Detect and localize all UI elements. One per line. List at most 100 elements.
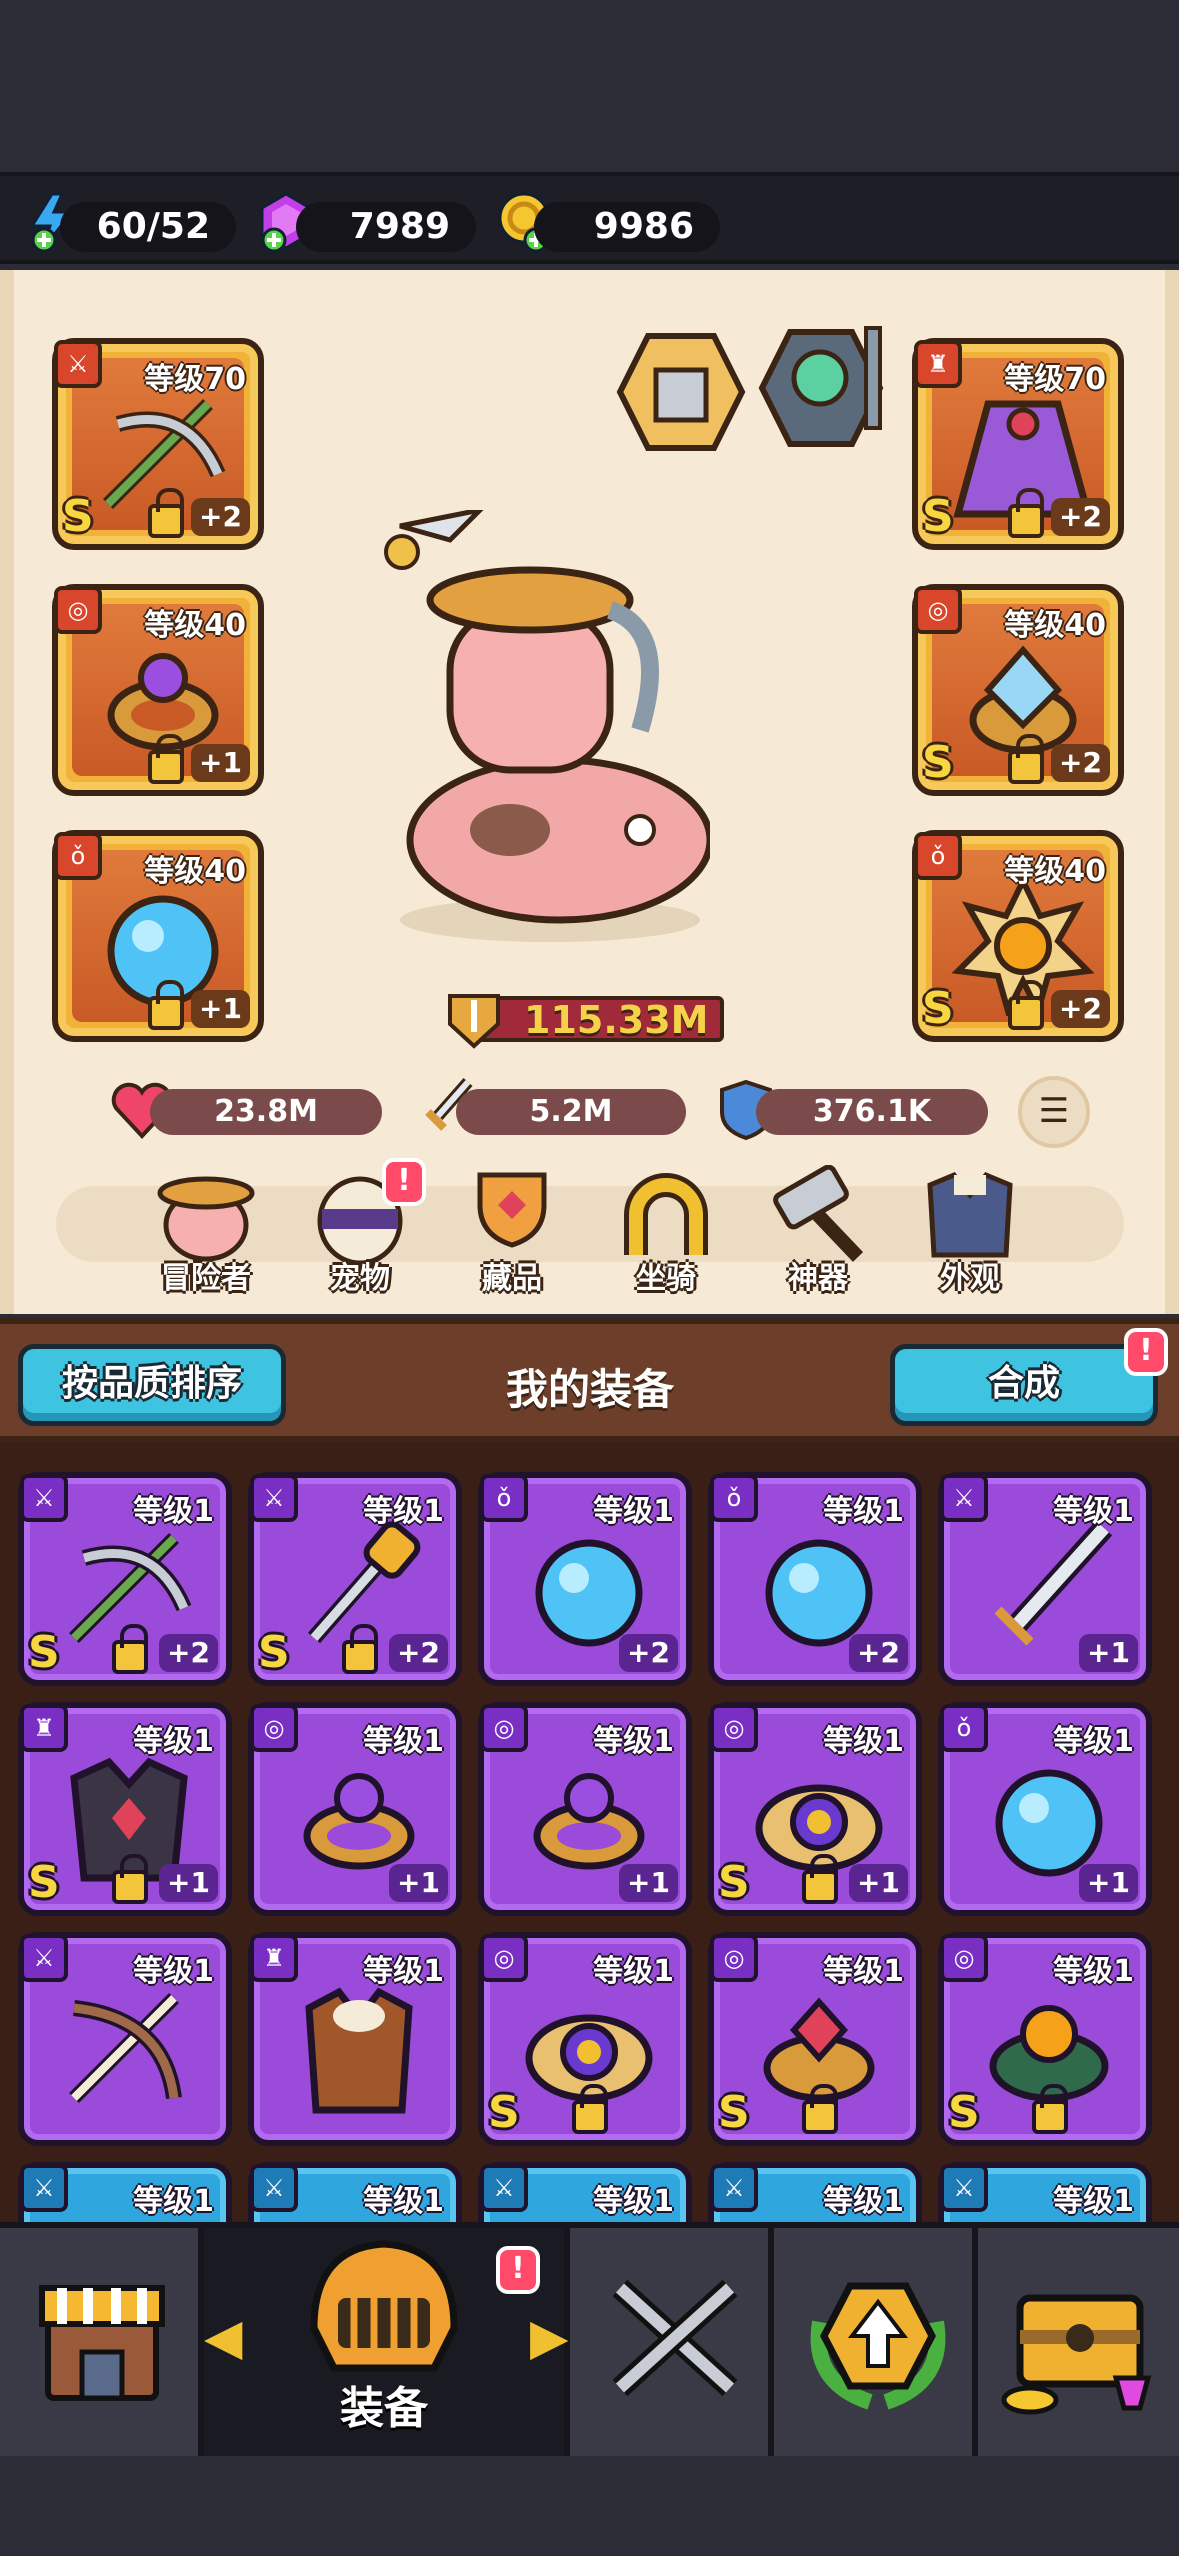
lock-icon — [802, 2084, 838, 2134]
item-level: 等级1 — [363, 1954, 444, 1989]
merge-button[interactable]: 合成 — [890, 1344, 1158, 1426]
power-value: 115.33M — [524, 998, 709, 1042]
knight-helmet-icon[interactable] — [616, 330, 746, 454]
equipped-slot-ring-2[interactable]: ◎ 等级40 S +2 — [912, 584, 1124, 796]
pig-adventurer-icon — [157, 1176, 255, 1262]
equipped-slot-armor[interactable]: ♜ 等级70 S +2 — [912, 338, 1124, 550]
pig-hero-character — [384, 510, 710, 942]
equipped-slot-weapon[interactable]: ⚔ 等级70 S +2 — [52, 338, 264, 550]
rarity-label: S — [28, 1857, 60, 1908]
upgrade-level: +2 — [159, 1634, 218, 1672]
inventory-item-orb[interactable]: ǒ 等级1 +2 — [708, 1472, 922, 1686]
inventory-item-blue-item[interactable]: ⚔ 等级1 — [708, 2162, 922, 2222]
item-level: 等级70 — [144, 362, 246, 397]
inventory-item-orb[interactable]: ǒ 等级1 +1 — [938, 1702, 1152, 1916]
nav-label: 外观 — [940, 1261, 1000, 1296]
bone-crossbow-icon — [69, 1993, 182, 2103]
weapon-category-icon: ⚔ — [20, 2164, 68, 2212]
item-level: 等级1 — [593, 1494, 674, 1529]
upgrade-level: +2 — [849, 1634, 908, 1672]
spirit-armor-icon[interactable] — [756, 322, 896, 452]
amulet-category-icon: ǒ — [940, 1704, 988, 1752]
equipment-header: 按品质排序 我的装备 合成 ! — [0, 1318, 1179, 1442]
hp-value: 23.8M — [150, 1089, 382, 1135]
ring-category-icon: ◎ — [480, 1704, 528, 1752]
outfit-appearance-icon — [927, 1171, 1013, 1258]
upgrade-level: +1 — [619, 1864, 678, 1902]
tab-label: 装备 — [340, 2383, 428, 2434]
lock-icon — [342, 1624, 378, 1674]
inventory-item-blue-item[interactable]: ⚔ 等级1 — [18, 2162, 232, 2222]
helmet-equipment-icon — [310, 2240, 458, 2372]
details-list-icon[interactable]: ☰ — [1018, 1076, 1090, 1148]
weapon-category-icon: ⚔ — [250, 2164, 298, 2212]
nav-artifact[interactable]: 神器 — [758, 1164, 878, 1296]
inventory-item-bone-crossbow[interactable]: ⚔ 等级1 — [18, 1932, 232, 2146]
equipped-slot-amulet-2[interactable]: ǒ 等级40 S +2 — [912, 830, 1124, 1042]
sort-by-quality-button[interactable]: 按品质排序 — [18, 1344, 286, 1426]
item-level: 等级1 — [593, 1724, 674, 1759]
pet-alert-badge: ! — [382, 1158, 426, 1206]
inventory-item-ornate-ring[interactable]: ◎ 等级1 S — [478, 1932, 692, 2146]
item-level: 等级1 — [593, 1954, 674, 1989]
inventory-item-club[interactable]: ⚔ 等级1 S +2 — [248, 1472, 462, 1686]
item-level: 等级1 — [1053, 1494, 1134, 1529]
upgrade-level: +1 — [191, 990, 250, 1028]
inventory-item-blue-item[interactable]: ⚔ 等级1 — [938, 2162, 1152, 2222]
ring-category-icon: ◎ — [710, 1934, 758, 1982]
item-level: 等级1 — [133, 2184, 214, 2219]
item-level: 等级1 — [823, 1494, 904, 1529]
item-level: 等级40 — [144, 854, 246, 889]
lock-icon — [1032, 2084, 1068, 2134]
treasure-tab[interactable] — [978, 2228, 1179, 2456]
equipped-slot-ring[interactable]: ◎ 等级40 +1 — [52, 584, 264, 796]
lock-icon — [572, 2084, 608, 2134]
inventory-item-crossbow[interactable]: ⚔ 等级1 S +2 — [18, 1472, 232, 1686]
equipment-title: 我的装备 — [505, 1365, 674, 1414]
nav-appearance[interactable]: 外观 — [910, 1165, 1030, 1296]
gems-value: 7989 — [296, 202, 476, 252]
amulet-category-icon: ǒ — [480, 1474, 528, 1522]
nav-label: 冒险者 — [161, 1261, 251, 1296]
rarity-label: S — [258, 1627, 290, 1678]
nav-collection[interactable]: 藏品 — [452, 1165, 572, 1296]
nav-label: 宠物 — [330, 1261, 390, 1296]
rarity-label: S — [922, 983, 954, 1034]
trophy-collection-icon — [477, 1172, 547, 1248]
weapon-category-icon: ⚔ — [940, 1474, 988, 1522]
inventory-item-orb[interactable]: ǒ 等级1 +2 — [478, 1472, 692, 1686]
horseshoe-mount-icon — [624, 1173, 708, 1255]
nav-adventurer[interactable]: 冒险者 — [146, 1165, 266, 1296]
treasure-chest-icon — [1001, 2294, 1152, 2415]
equipped-slot-amulet[interactable]: ǒ 等级40 +1 — [52, 830, 264, 1042]
amulet-category-icon: ǒ — [914, 832, 962, 880]
inventory-item-ring[interactable]: ◎ 等级1 +1 — [478, 1702, 692, 1916]
nav-mount[interactable]: 坐骑 — [606, 1165, 726, 1296]
equipment-tab[interactable]: ◀ ▶ 装备 ! — [204, 2228, 570, 2456]
hammer-artifact-icon — [773, 1164, 864, 1262]
inventory-grid: ⚔ 等级1 S +2 ⚔ 等级1 S +2 ǒ 等级1 +2 ǒ 等级1 +2 ⚔ 等级1 +1 ♜ 等级1 S +1 ◎… — [0, 1442, 1179, 2222]
inventory-item-sword[interactable]: ⚔ 等级1 +1 — [938, 1472, 1152, 1686]
inventory-item-ruby-ring[interactable]: ◎ 等级1 S — [708, 1932, 922, 2146]
shop-tab[interactable] — [0, 2228, 204, 2456]
inventory-item-ornate-ring[interactable]: ◎ 等级1 S +1 — [708, 1702, 922, 1916]
battle-tab[interactable] — [570, 2228, 774, 2456]
item-level: 等级1 — [1053, 1954, 1134, 1989]
inventory-item-dark-armor[interactable]: ♜ 等级1 S +1 — [18, 1702, 232, 1916]
coins-value: 9986 — [534, 202, 720, 252]
upgrade-level: +2 — [1051, 498, 1110, 536]
upgrade-tab[interactable] — [774, 2228, 978, 2456]
inventory-item-blue-item[interactable]: ⚔ 等级1 — [248, 2162, 462, 2222]
leather-vest-icon — [305, 1987, 413, 2114]
item-level: 等级1 — [363, 1494, 444, 1529]
item-level: 等级1 — [1053, 1724, 1134, 1759]
rarity-label: S — [62, 491, 94, 542]
inventory-item-blue-item[interactable]: ⚔ 等级1 — [478, 2162, 692, 2222]
item-level: 等级1 — [1053, 2184, 1134, 2219]
inventory-item-serpent-ring[interactable]: ◎ 等级1 S — [938, 1932, 1152, 2146]
nav-label: 坐骑 — [636, 1261, 696, 1296]
rarity-label: S — [718, 2087, 750, 2138]
inventory-item-leather-vest[interactable]: ♜ 等级1 — [248, 1932, 462, 2146]
rarity-label: S — [922, 737, 954, 788]
inventory-item-ring[interactable]: ◎ 等级1 +1 — [248, 1702, 462, 1916]
